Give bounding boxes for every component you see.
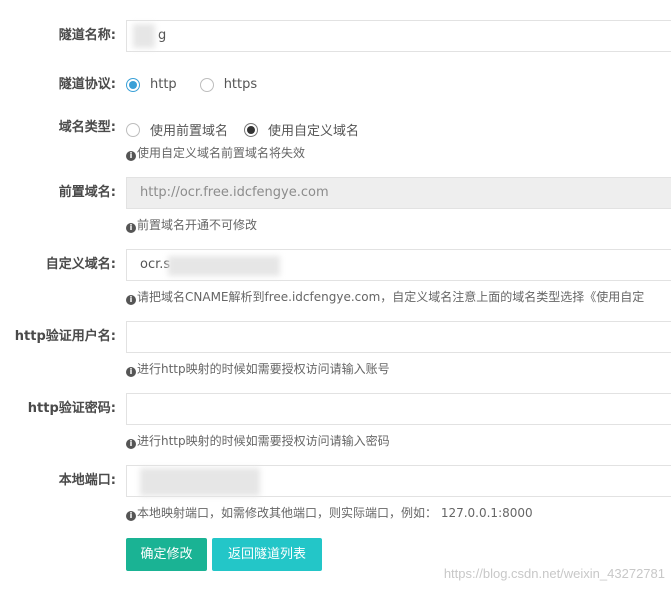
local-port-help: i 本地映射端口，如需修改其他端口，则实际端口，例如： 127.0.0.1:800… [126, 505, 533, 521]
custom-domain-help: i 请把域名CNAME解析到free.idcfengye.com，自定义域名注意上… [126, 289, 644, 305]
redaction-blur [133, 24, 155, 48]
protocol-option-label: https [223, 77, 258, 92]
domain-type-help: i 使用自定义域名前置域名将失效 [126, 145, 305, 161]
confirm-button[interactable]: 确定修改 [126, 538, 207, 571]
custom-domain-label: 自定义域名: [45, 257, 116, 272]
domain-type-option-custom[interactable]: 使用自定义域名 [244, 120, 359, 139]
tunnel-name-value: g [158, 28, 167, 43]
http-password-help: i 进行http映射的时候如需要授权访问请输入密码 [126, 433, 390, 449]
protocol-option-https[interactable]: https [199, 77, 258, 92]
radio-unchecked-icon[interactable] [199, 77, 214, 92]
domain-type-option-prefix[interactable]: 使用前置域名 [126, 120, 228, 139]
tunnel-protocol-label: 隧道协议: [58, 77, 116, 92]
http-password-label: http验证密码: [27, 401, 116, 416]
http-user-help: i 进行http映射的时候如需要授权访问请输入账号 [126, 361, 390, 377]
domain-type-option-label: 使用前置域名 [150, 124, 229, 139]
back-to-list-button[interactable]: 返回隧道列表 [212, 538, 322, 571]
info-icon: i [126, 223, 136, 233]
info-icon: i [126, 439, 136, 449]
tunnel-edit-form: 隧道名称: g 隧道协议: http https 域名类型: 使用前置域名 使用… [0, 0, 671, 592]
radio-checked-icon[interactable] [244, 122, 259, 137]
domain-type-option-label: 使用自定义域名 [268, 124, 360, 139]
tunnel-name-input[interactable]: g [126, 20, 671, 52]
info-icon: i [126, 511, 136, 521]
http-user-label: http验证用户名: [14, 329, 116, 344]
radio-unchecked-icon[interactable] [126, 122, 140, 137]
protocol-option-label: http [150, 77, 177, 92]
info-icon: i [126, 151, 136, 161]
tunnel-name-label: 隧道名称: [58, 28, 116, 43]
protocol-radio-group: http https [126, 77, 280, 92]
domain-type-radio-group: 使用前置域名 使用自定义域名 [126, 120, 382, 139]
watermark: https://blog.csdn.net/weixin_43272781 [443, 566, 665, 581]
http-user-input[interactable] [126, 321, 671, 353]
redaction-blur [168, 256, 280, 276]
local-port-label: 本地端口: [58, 473, 116, 488]
radio-checked-icon[interactable] [126, 77, 140, 92]
domain-type-label: 域名类型: [58, 120, 116, 135]
info-icon: i [126, 367, 136, 377]
prefix-domain-label: 前置域名: [58, 185, 116, 200]
info-icon: i [126, 295, 136, 305]
http-password-input[interactable] [126, 393, 671, 425]
prefix-domain-input: http://ocr.free.idcfengye.com [126, 177, 671, 209]
redaction-blur [140, 468, 260, 496]
prefix-domain-help: i 前置域名开通不可修改 [126, 217, 257, 233]
protocol-option-http[interactable]: http [126, 77, 177, 92]
